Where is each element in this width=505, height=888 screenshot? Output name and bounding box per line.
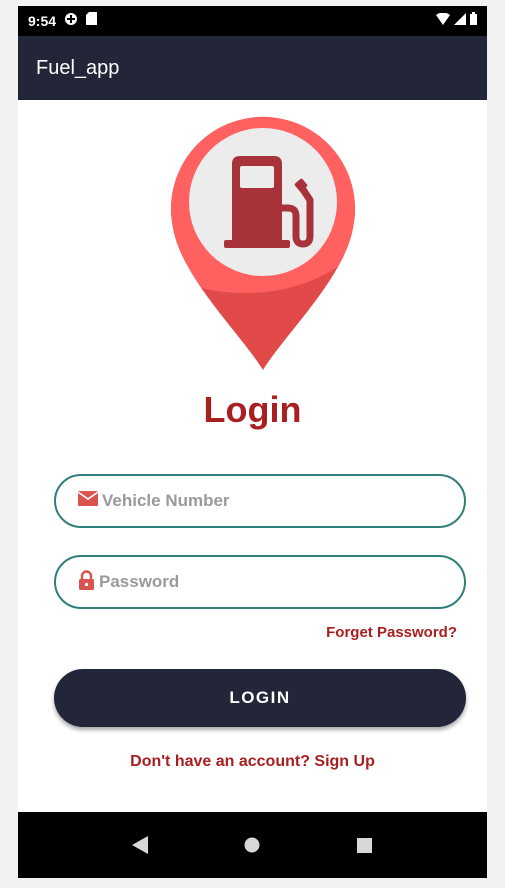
login-title: Login (203, 389, 302, 430)
vehicle-number-input[interactable] (102, 491, 422, 511)
navigation-bar (18, 812, 487, 878)
signal-icon (454, 12, 466, 30)
wifi-icon (436, 12, 450, 30)
app-title: Fuel_app (36, 56, 120, 79)
signup-link[interactable]: Don't have an account? Sign Up (18, 753, 487, 771)
battery-icon (470, 12, 477, 30)
fuel-pump-map-pin-icon (170, 108, 356, 372)
status-left: 9:54 (28, 12, 98, 31)
status-time: 9:54 (28, 13, 57, 29)
phone-screen: 9:54 Fuel_app Login Vehicle Number Forge… (18, 6, 487, 878)
sd-card-icon (86, 12, 98, 30)
data-saver-icon (64, 12, 78, 31)
vehicle-number-field[interactable] (54, 474, 466, 528)
lock-icon (78, 569, 95, 595)
app-bar: Fuel_app (18, 36, 487, 100)
envelope-icon (77, 491, 99, 511)
status-bar: 9:54 (18, 6, 487, 36)
password-field[interactable] (54, 555, 466, 609)
status-right (436, 12, 477, 30)
recents-icon[interactable] (355, 835, 375, 855)
forgot-password-link[interactable]: Forget Password? (326, 624, 457, 641)
login-button[interactable]: LOGIN (54, 669, 466, 727)
home-icon[interactable] (242, 835, 262, 855)
back-icon[interactable] (130, 835, 150, 855)
password-input[interactable] (99, 572, 419, 592)
